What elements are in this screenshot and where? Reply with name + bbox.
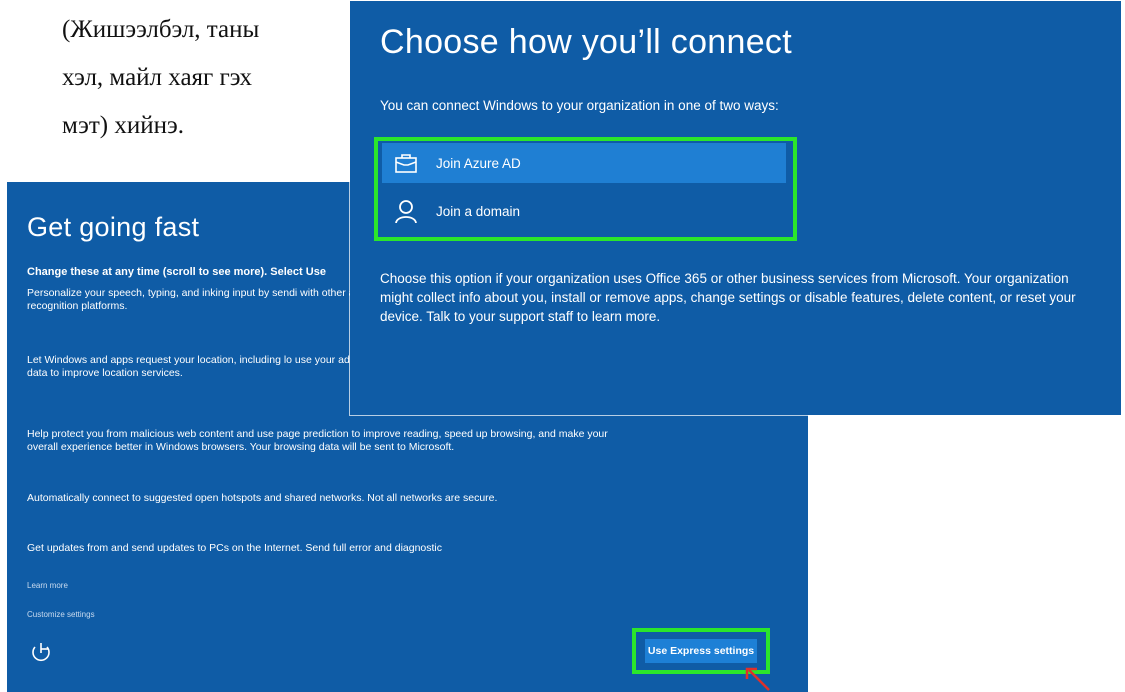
network-paragraph: Automatically connect to suggested open … <box>27 492 498 504</box>
caption-line-2: хэл, майл хаяг гэх <box>62 64 253 91</box>
join-azure-ad-option[interactable]: Join Azure AD <box>382 143 786 183</box>
caption-line-3: мэт) хийнэ. <box>62 112 184 139</box>
updates-paragraph: Get updates from and send updates to PCs… <box>27 542 443 554</box>
cursor-arrow-icon <box>743 666 773 692</box>
browser-paragraph: Help protect you from malicious web cont… <box>27 428 608 453</box>
connect-description: Choose this option if your organization … <box>380 271 1076 324</box>
settings-subhead: Change these at any time (scroll to see … <box>27 266 326 278</box>
connect-title: Choose how you’ll connect <box>380 23 792 61</box>
connect-intro: You can connect Windows to your organiza… <box>380 98 779 113</box>
join-domain-option[interactable]: Join a domain <box>382 191 786 231</box>
use-express-settings-button[interactable]: Use Express settings <box>645 639 757 663</box>
ease-of-access-icon[interactable] <box>27 637 55 665</box>
learn-more-link[interactable]: Learn more <box>27 581 68 590</box>
caption-line-1: (Жишээлбэл, таны <box>62 16 260 43</box>
page-title: Get going fast <box>27 212 200 242</box>
briefcase-icon <box>395 154 417 173</box>
person-icon <box>395 200 417 223</box>
caption-text: (Жишээлбэл, таны хэл, майл хаяг гэх мэт)… <box>62 6 352 150</box>
join-azure-ad-label: Join Azure AD <box>436 155 521 171</box>
join-domain-label: Join a domain <box>436 203 521 219</box>
choose-connect-screen: Choose how you’ll connect You can connec… <box>350 1 1121 415</box>
customize-settings-link[interactable]: Customize settings <box>27 610 95 619</box>
